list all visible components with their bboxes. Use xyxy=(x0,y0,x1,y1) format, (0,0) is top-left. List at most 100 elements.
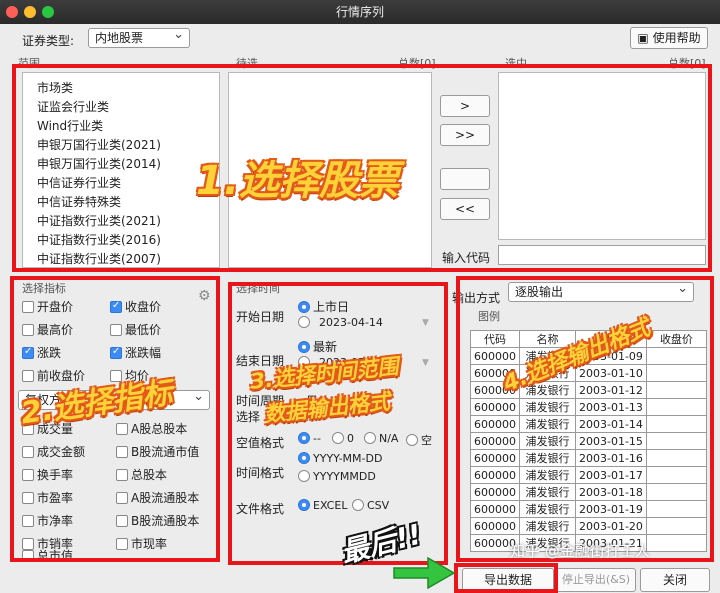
file-format-radio[interactable]: EXCEL xyxy=(298,499,347,512)
indicator-checkbox[interactable]: 开盘价 xyxy=(22,298,73,315)
table-cell xyxy=(645,483,707,501)
table-cell: 600000 xyxy=(470,415,520,433)
indicator-checkbox[interactable]: 成交金额 xyxy=(22,443,85,460)
table-cell: 浦发银行 xyxy=(519,398,576,416)
export-data-button[interactable]: 导出数据 xyxy=(462,568,554,592)
table-cell: 2003-01-13 xyxy=(575,398,647,416)
remove-all-button[interactable]: << xyxy=(440,198,490,220)
indicator-label: 前收盘价 xyxy=(37,369,86,383)
pending-header: 待选 xyxy=(236,57,258,70)
end-latest-radio[interactable]: 最新 xyxy=(298,338,337,355)
pending-list[interactable] xyxy=(228,72,432,268)
indicator-checkbox[interactable]: 均价 xyxy=(110,367,149,384)
null-format-radio[interactable]: 0 xyxy=(332,432,354,445)
end-date-label: 结束日期 xyxy=(236,354,285,368)
indicator-checkbox[interactable]: 收盘价 xyxy=(110,298,161,315)
time-format-radio[interactable]: YYYYMMDD xyxy=(298,470,376,483)
range-item[interactable]: 中证指数行业类(2021) xyxy=(37,212,161,229)
start-date-picker[interactable]: 2023-04-14 xyxy=(298,316,383,329)
table-cell: 600000 xyxy=(470,500,520,518)
stop-export-button[interactable]: 停止导出(&S) xyxy=(556,568,636,592)
range-item[interactable]: 市场类 xyxy=(37,79,73,96)
period-label: 时间周期 xyxy=(236,394,285,408)
indicator-checkbox[interactable]: 最高价 xyxy=(22,321,73,338)
radio-icon xyxy=(298,316,310,328)
end-date-picker[interactable]: 2023-05-14 xyxy=(298,356,383,369)
indicator-label: 最低价 xyxy=(125,323,162,337)
table-header-row: 代码 名称 日期 收盘价 xyxy=(470,330,707,348)
table-cell: 2003-01-20 xyxy=(575,517,647,535)
security-type-select[interactable]: 内地股票 xyxy=(88,26,190,48)
table-cell: 浦发银行 xyxy=(519,381,576,399)
indicator-checkbox[interactable]: 涨跌 xyxy=(22,344,61,361)
indicator-checkbox[interactable]: B股流通市值 xyxy=(116,443,199,460)
code-input[interactable] xyxy=(498,245,706,265)
maximize-window-icon[interactable] xyxy=(42,6,54,18)
table-cell: 2003-01-18 xyxy=(575,483,647,501)
minimize-window-icon[interactable] xyxy=(24,6,36,18)
period-select[interactable]: 日 xyxy=(306,392,318,409)
range-item[interactable]: 中证指数行业类(2016) xyxy=(37,231,161,248)
null-format-radio[interactable]: 空 xyxy=(406,432,432,448)
range-item[interactable]: 中证指数行业类(2007) xyxy=(37,250,161,267)
range-item[interactable]: 申银万国行业类(2014) xyxy=(37,155,161,172)
indicator-checkbox[interactable]: A股总股本 xyxy=(116,420,187,437)
remove-one-button[interactable] xyxy=(440,168,490,190)
indicator-checkbox[interactable]: 涨跌幅 xyxy=(110,344,161,361)
end-date-value: 2023-05-14 xyxy=(319,356,383,369)
add-one-button[interactable]: > xyxy=(440,95,490,117)
close-window-icon[interactable] xyxy=(6,6,18,18)
range-list[interactable]: 市场类 证监会行业类 Wind行业类 申银万国行业类(2021) 申银万国行业类… xyxy=(22,72,220,268)
table-cell: 600000 xyxy=(470,364,520,382)
green-arrow-icon xyxy=(393,556,456,590)
indicator-checkbox[interactable]: 总股本 xyxy=(116,466,167,483)
table-row: 600000 浦发银行 2003-01-18 xyxy=(470,483,707,501)
range-item[interactable]: 中信证券行业类 xyxy=(37,174,121,191)
indicator-checkbox[interactable]: 前收盘价 xyxy=(22,367,85,384)
range-item[interactable]: Wind行业类 xyxy=(37,117,103,134)
indicator-checkbox[interactable]: 换手率 xyxy=(22,466,73,483)
indicator-checkbox[interactable]: 总市值 xyxy=(22,547,73,564)
radio-label: 0 xyxy=(347,432,354,445)
checkbox-icon xyxy=(116,538,128,550)
adjust-method-select[interactable]: 复权方式 xyxy=(18,388,210,410)
radio-selected-icon xyxy=(298,341,310,353)
indicator-label: 换手率 xyxy=(37,468,74,482)
radio-icon xyxy=(352,499,364,511)
time-format-radio[interactable]: YYYY-MM-DD xyxy=(298,452,382,465)
output-mode-select[interactable]: 逐股输出 xyxy=(508,280,694,302)
table-cell xyxy=(645,449,707,467)
table-cell xyxy=(645,398,707,416)
start-listing-radio[interactable]: 上市日 xyxy=(298,298,349,315)
file-format-radio[interactable]: CSV xyxy=(352,499,389,512)
table-cell: 浦发银行 xyxy=(519,347,576,365)
time-format-label: 时间格式 xyxy=(236,466,285,480)
selected-list[interactable] xyxy=(498,72,706,240)
indicator-checkbox[interactable]: 市现率 xyxy=(116,535,167,552)
indicator-checkbox[interactable]: 市净率 xyxy=(22,512,73,529)
null-format-radio[interactable]: N/A xyxy=(364,432,398,445)
radio-label: 最新 xyxy=(313,340,338,354)
table-row: 600000 浦发银行 2003-01-20 xyxy=(470,517,707,535)
indicator-label: 收盘价 xyxy=(125,300,162,314)
start-date-dropdown-icon[interactable]: ▼ xyxy=(422,318,429,328)
null-format-radio[interactable]: -- xyxy=(298,432,321,445)
indicator-checkbox[interactable]: A股流通股本 xyxy=(116,489,199,506)
indicator-checkbox[interactable]: 市盈率 xyxy=(22,489,73,506)
indicator-label: 成交量 xyxy=(37,422,74,436)
end-date-dropdown-icon[interactable]: ▼ xyxy=(422,358,429,368)
indicators-header: 选择指标 xyxy=(22,282,66,295)
radio-selected-icon xyxy=(298,432,310,444)
help-button[interactable]: ▣ 使用帮助 xyxy=(630,27,708,49)
pending-count: 总数[0] xyxy=(398,57,436,70)
indicator-checkbox[interactable]: B股流通股本 xyxy=(116,512,199,529)
select-label: 选择 xyxy=(236,410,261,424)
range-item[interactable]: 申银万国行业类(2021) xyxy=(37,136,161,153)
range-item[interactable]: 中信证券特殊类 xyxy=(37,193,121,210)
add-all-button[interactable]: >> xyxy=(440,124,490,146)
range-item[interactable]: 证监会行业类 xyxy=(37,98,109,115)
close-button[interactable]: 关闭 xyxy=(640,568,710,592)
gear-icon[interactable]: ⚙ xyxy=(198,288,211,304)
indicator-checkbox[interactable]: 成交量 xyxy=(22,420,73,437)
indicator-checkbox[interactable]: 最低价 xyxy=(110,321,161,338)
